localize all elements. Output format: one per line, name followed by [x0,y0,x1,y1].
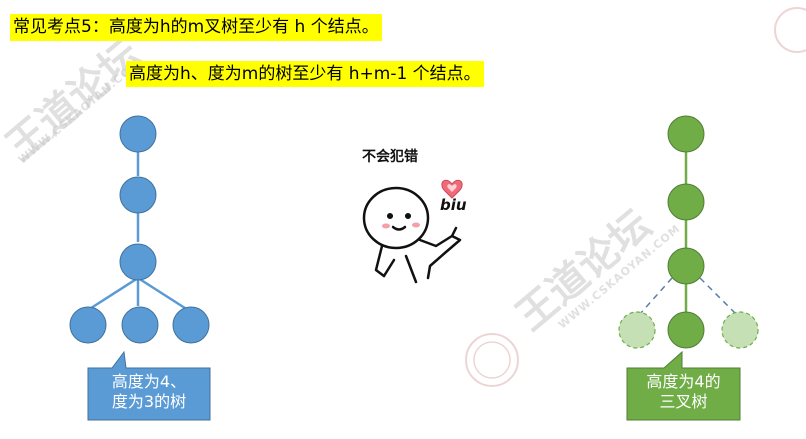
left-node-level3 [119,243,157,281]
right-node-level2 [667,183,705,221]
right-node-level4 [667,311,705,349]
left-node-level2 [119,176,157,214]
right-node-level3 [667,247,705,285]
right-ghost-node-right [721,311,759,349]
right-caption-text: 高度为4的 三叉树 [627,372,740,412]
left-tree-edges [87,152,189,312]
left-node-level4-a [69,306,107,344]
right-ghost-node-left [618,311,656,349]
left-node-level4-c [172,306,210,344]
right-caption-line-1: 高度为4的 [646,372,721,391]
left-node-level1 [119,115,157,153]
left-tree-nodes [69,115,210,344]
left-caption-line-2: 度为3的树 [111,392,187,411]
left-node-level4-b [121,306,159,344]
meme-caption: 不会犯错 [362,149,418,165]
meme-sound-text: biu [440,196,467,214]
right-node-level1 [667,115,705,153]
left-caption-line-1: 高度为4、 [111,372,187,391]
right-caption-line-2: 三叉树 [659,392,708,411]
left-caption-text: 高度为4、 度为3的树 [88,372,210,412]
